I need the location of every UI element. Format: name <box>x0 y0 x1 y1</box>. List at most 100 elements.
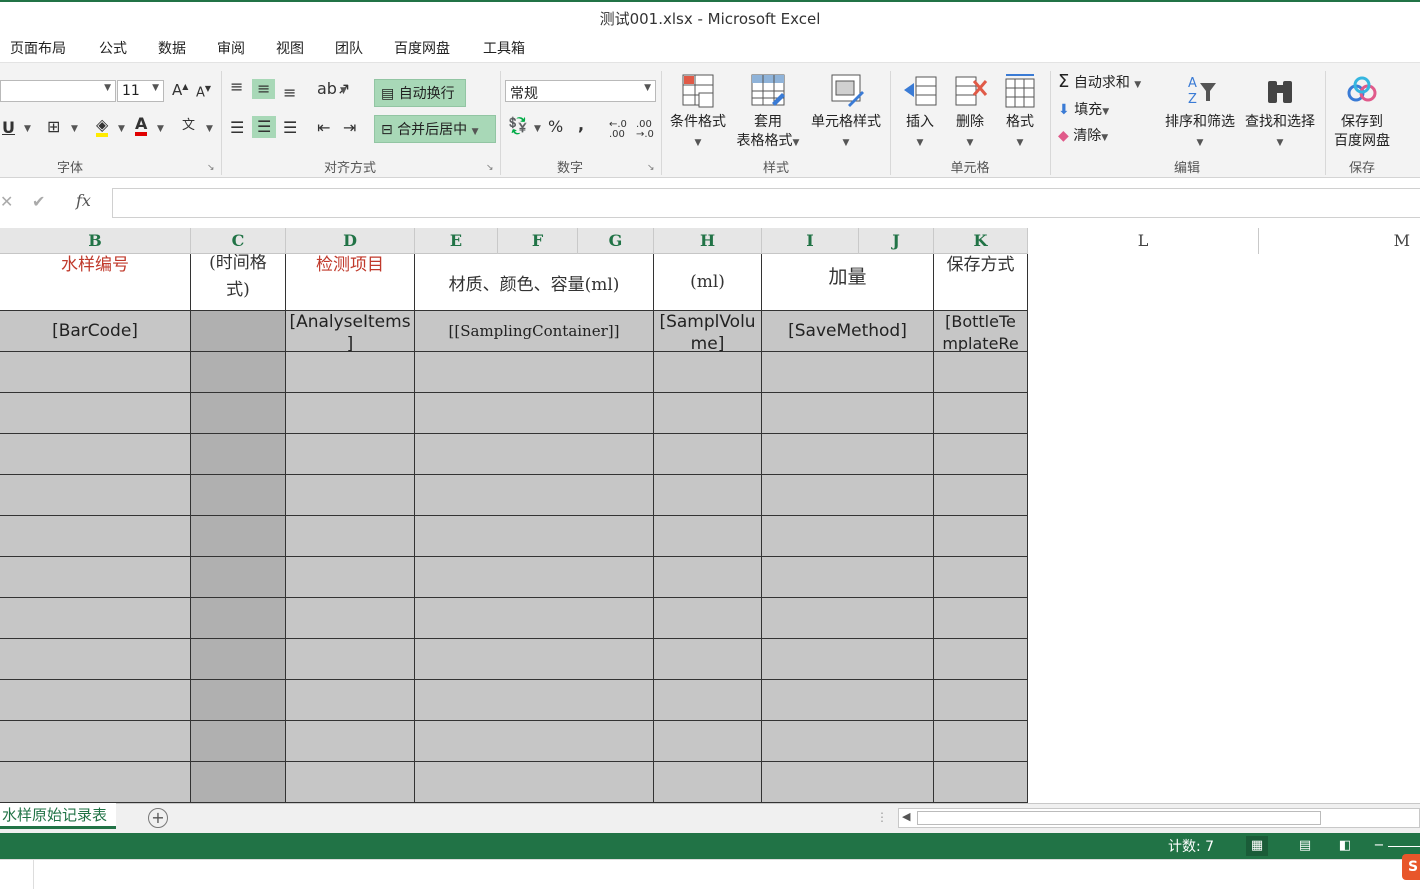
cell-d-field[interactable]: [AnalyseItems] <box>286 311 415 352</box>
border-dropdown-icon[interactable]: ▼ <box>71 125 78 134</box>
cell-c-header[interactable]: (时间格 式) <box>191 254 286 311</box>
increase-indent-icon[interactable]: ⇥ <box>343 120 356 136</box>
grid-cell[interactable] <box>0 721 191 762</box>
grid-cell[interactable] <box>191 434 286 475</box>
normal-view-icon[interactable]: ▦ <box>1246 836 1268 856</box>
sogou-ime-icon[interactable]: S <box>1402 854 1420 880</box>
horizontal-scrollbar[interactable]: ◀ <box>898 808 1420 828</box>
formula-input[interactable] <box>112 188 1420 218</box>
grid-cell[interactable] <box>0 762 191 803</box>
grid-cell[interactable] <box>415 762 654 803</box>
tab-view[interactable]: 视图 <box>276 38 304 58</box>
cell-efg-header[interactable]: 材质、颜色、容量(ml) <box>415 254 654 311</box>
align-bottom-icon[interactable]: ≡ <box>283 85 296 101</box>
grid-cell[interactable] <box>934 721 1028 762</box>
underline-dropdown-icon[interactable]: ▼ <box>24 125 31 134</box>
font-color-dropdown-icon[interactable]: ▼ <box>157 125 164 134</box>
increase-font-icon[interactable]: A▲ <box>172 83 188 98</box>
tab-page-layout[interactable]: 页面布局 <box>10 38 66 58</box>
grid-cell[interactable] <box>191 721 286 762</box>
format-button[interactable]: 格式 ▼ <box>998 73 1042 153</box>
grid-cell[interactable] <box>762 680 934 721</box>
cell-h-header[interactable]: (ml) <box>654 254 762 311</box>
grid-cell[interactable] <box>415 639 654 680</box>
grid-cell[interactable] <box>0 598 191 639</box>
grid-cell[interactable] <box>762 557 934 598</box>
column-header-l[interactable]: L <box>1028 228 1259 254</box>
cell-d-header[interactable]: 检测项目 <box>286 254 415 311</box>
grid-cell[interactable] <box>415 475 654 516</box>
grid-cell[interactable] <box>934 352 1028 393</box>
grid-cell[interactable] <box>191 557 286 598</box>
increase-decimal-icon[interactable]: ←.0.00 <box>609 120 627 140</box>
align-right-icon[interactable]: ☰ <box>283 120 297 136</box>
decrease-indent-icon[interactable]: ⇤ <box>317 120 330 136</box>
cell-k-field[interactable]: [BottleTe mplateRe <box>934 311 1028 352</box>
grid-cell[interactable] <box>0 393 191 434</box>
cell-ij-field[interactable]: [SaveMethod] <box>762 311 934 352</box>
decrease-font-icon[interactable]: A▼ <box>196 85 211 100</box>
column-header-d[interactable]: D <box>286 228 415 254</box>
grid-cell[interactable] <box>654 434 762 475</box>
find-select-button[interactable]: 查找和选择 ▼ <box>1242 73 1318 153</box>
grid-cell[interactable] <box>934 598 1028 639</box>
grid-cell[interactable] <box>762 352 934 393</box>
grid-cell[interactable] <box>191 475 286 516</box>
grid-cell[interactable] <box>0 475 191 516</box>
cell-efg-field[interactable]: [[SamplingContainer]] <box>415 311 654 352</box>
grid-cell[interactable] <box>0 639 191 680</box>
align-center-icon[interactable]: ☰ <box>252 116 277 138</box>
scroll-thumb[interactable] <box>917 811 1321 825</box>
grid-cell[interactable] <box>415 598 654 639</box>
decrease-decimal-icon[interactable]: .00 →.0 <box>636 120 654 140</box>
grid-cell[interactable] <box>654 557 762 598</box>
grid-cell[interactable] <box>286 393 415 434</box>
font-name-select[interactable]: ▼ <box>0 80 116 102</box>
scroll-left-icon[interactable]: ◀ <box>902 810 910 823</box>
cell-b-field[interactable]: [BarCode] <box>0 311 191 352</box>
phonetic-dropdown-icon[interactable]: ▼ <box>206 125 213 134</box>
grid-cell[interactable] <box>0 352 191 393</box>
grid-cell[interactable] <box>415 393 654 434</box>
wrap-text-button[interactable]: ▤ 自动换行 <box>374 79 466 107</box>
grid-cell[interactable] <box>0 516 191 557</box>
grid-cell[interactable] <box>762 721 934 762</box>
grid-cell[interactable] <box>934 393 1028 434</box>
column-header-m[interactable]: M <box>1259 228 1420 254</box>
grid-cell[interactable] <box>286 516 415 557</box>
column-header-b[interactable]: B <box>0 228 191 254</box>
grid-cell[interactable] <box>934 475 1028 516</box>
tab-data[interactable]: 数据 <box>158 38 186 58</box>
column-header-i[interactable]: I <box>762 228 859 254</box>
grid-cell[interactable] <box>762 516 934 557</box>
grid-cell[interactable] <box>0 434 191 475</box>
column-header-j[interactable]: J <box>859 228 934 254</box>
comma-icon[interactable]: , <box>578 117 584 133</box>
grid-cell[interactable] <box>191 680 286 721</box>
grid-cell[interactable] <box>191 352 286 393</box>
insert-function-icon[interactable]: fx <box>76 193 91 209</box>
font-launcher-icon[interactable]: ↘ <box>207 163 215 173</box>
column-header-g[interactable]: G <box>578 228 654 254</box>
grid-cell[interactable] <box>191 393 286 434</box>
tab-formulas[interactable]: 公式 <box>99 38 127 58</box>
zoom-slider[interactable] <box>1388 846 1420 847</box>
orientation-dropdown-icon[interactable]: ▼ <box>340 87 347 96</box>
grid-cell[interactable] <box>286 762 415 803</box>
cell-h-field[interactable]: [SamplVolu me] <box>654 311 762 352</box>
grid-cell[interactable] <box>286 557 415 598</box>
column-header-f[interactable]: F <box>498 228 578 254</box>
grid-cell[interactable] <box>286 680 415 721</box>
font-size-select[interactable]: 11 ▼ <box>117 80 164 102</box>
grid-cell[interactable] <box>654 680 762 721</box>
cell-b-header[interactable]: 水样编号 <box>0 254 191 311</box>
grid-cell[interactable] <box>286 475 415 516</box>
grid-cell[interactable] <box>762 434 934 475</box>
delete-button[interactable]: 删除 ▼ <box>948 73 992 153</box>
format-as-table-button[interactable]: 套用 表格格式▼ <box>732 73 804 153</box>
cell-c-field[interactable] <box>191 311 286 352</box>
spreadsheet-grid[interactable]: B C D E F G H I J K L M 水样编号 (时间格 式) 检测项目… <box>0 228 1420 804</box>
save-to-baidu-button[interactable]: 保存到 百度网盘 <box>1330 73 1394 151</box>
grid-cell[interactable] <box>934 516 1028 557</box>
grid-cell[interactable] <box>934 639 1028 680</box>
